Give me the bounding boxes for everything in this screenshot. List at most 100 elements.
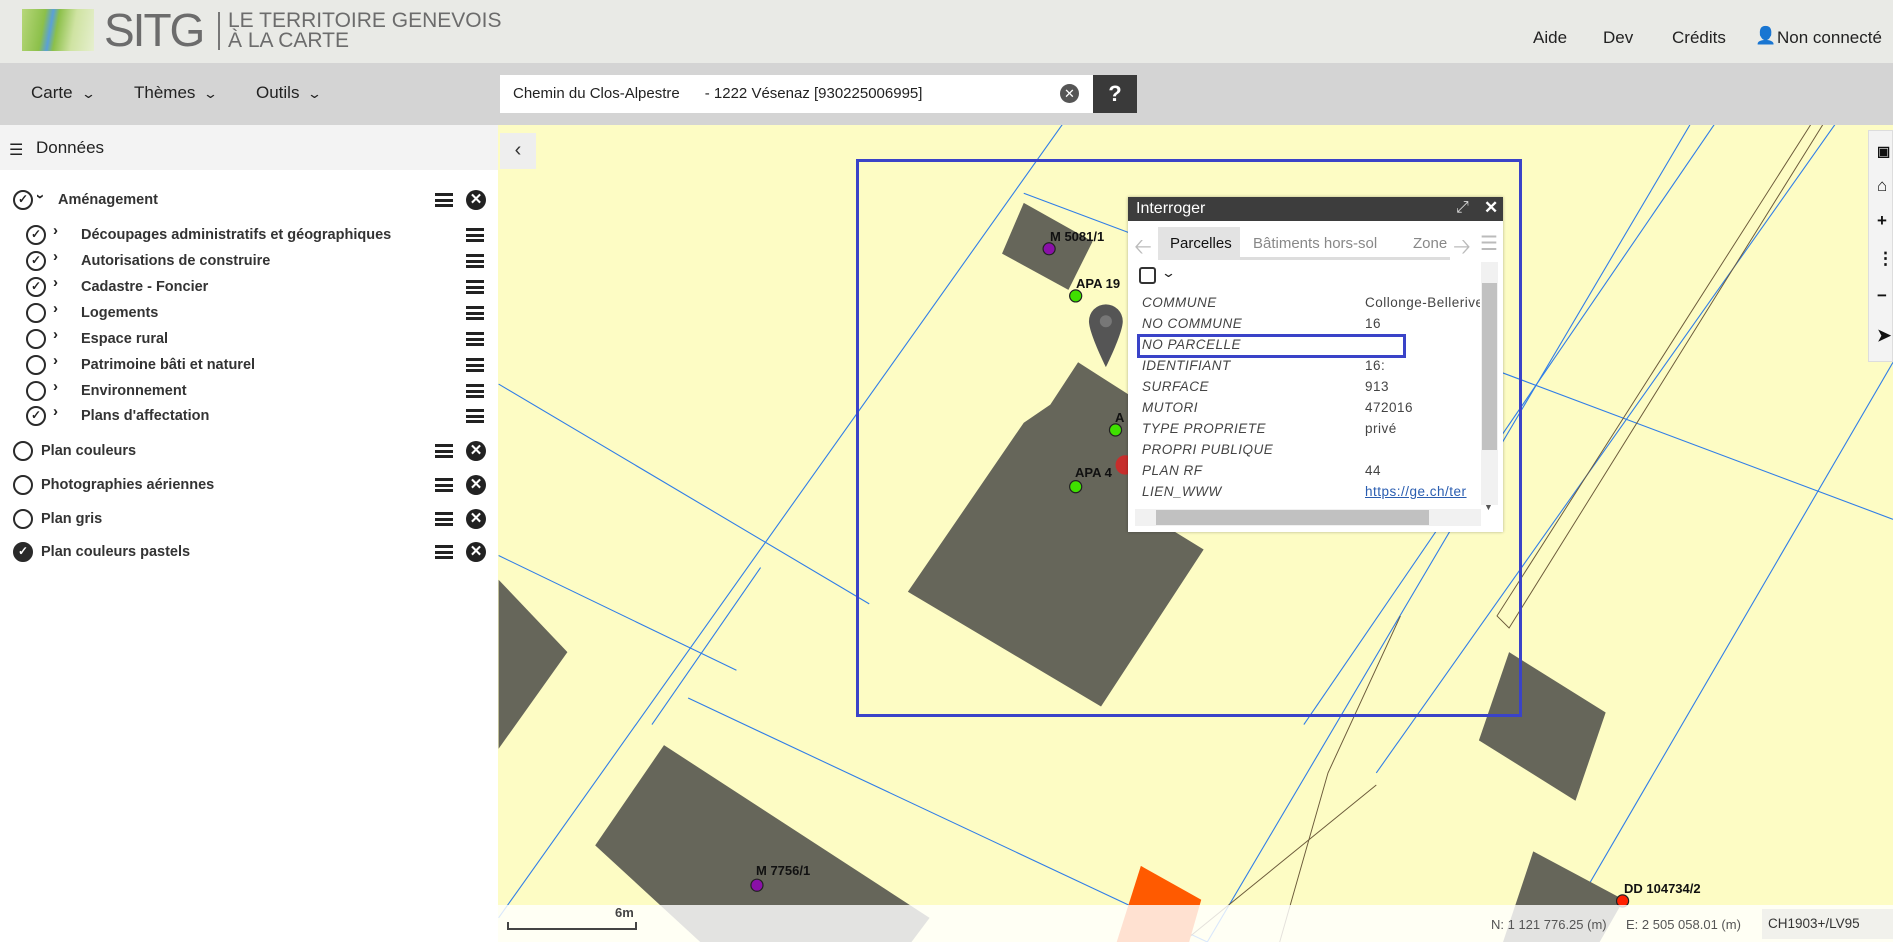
unchecked-circle-icon[interactable] [26,381,46,401]
unchecked-circle-icon[interactable] [13,475,33,495]
chevron-right-icon[interactable]: › [53,274,58,291]
layer-label[interactable]: Autorisations de construire [81,249,270,273]
menu-label: Carte [31,83,73,102]
chevron-right-icon[interactable]: › [53,222,58,239]
help-button[interactable]: ? [1093,75,1137,113]
layer-label[interactable]: Découpages administratifs et géographiqu… [81,223,391,247]
remove-icon[interactable]: ✕ [466,542,486,562]
zoom-out-icon[interactable]: − [1877,286,1887,306]
chevron-right-icon[interactable]: › [53,326,58,343]
menu-icon[interactable] [435,478,453,492]
menu-icon[interactable] [435,512,453,526]
layer-label[interactable]: Logements [81,301,158,325]
layer-label[interactable]: Plan couleurs pastels [41,540,190,564]
login-menu[interactable]: Non connecté [1777,28,1882,48]
remove-icon[interactable]: ✕ [466,190,486,210]
chevron-right-icon[interactable]: › [53,352,58,369]
remove-icon[interactable]: ✕ [466,509,486,529]
layer-label[interactable]: Plans d'affectation [81,404,209,428]
menu-icon[interactable] [466,358,484,372]
east-coordinate: E: 2 505 058.01 (m) [1626,917,1741,932]
chevron-down-icon[interactable]: › [32,194,49,199]
close-icon[interactable]: ✕ [1484,198,1498,218]
attribute-link[interactable]: https://ge.ch/ter [1365,484,1480,499]
tab-batiments[interactable]: Bâtiments hors-sol [1253,227,1377,260]
map-icon[interactable]: ▣ [1877,143,1890,160]
dev-link[interactable]: Dev [1603,28,1633,48]
menu-themes[interactable]: Thèmes ⌄ [134,83,219,103]
locate-icon[interactable]: ➤ [1877,326,1891,346]
menu-icon[interactable] [466,254,484,268]
zoom-in-icon[interactable]: + [1877,211,1887,231]
remove-icon[interactable]: ✕ [466,475,486,495]
menu-icon[interactable] [435,444,453,458]
checked-circle-icon[interactable]: ✓ [26,406,46,426]
arrow-left-icon[interactable]: 🡠 [1134,230,1152,268]
layer-label[interactable]: Patrimoine bâti et naturel [81,353,255,377]
layer-label[interactable]: Plan gris [41,507,102,531]
horizontal-scrollbar[interactable] [1135,509,1481,526]
home-icon[interactable]: ⌂ [1877,176,1887,196]
chevron-down-icon[interactable]: ⌄ [1161,265,1176,281]
layer-group-label[interactable]: Aménagement [58,188,158,212]
chevron-down-icon: ⌄ [307,86,323,101]
unchecked-circle-icon[interactable] [13,509,33,529]
layer-label[interactable]: Environnement [81,379,187,403]
checked-circle-icon[interactable]: ✓ [13,542,33,562]
menu-icon[interactable] [466,409,484,423]
vertical-scrollbar[interactable] [1481,262,1498,505]
menu-icon[interactable] [466,306,484,320]
unchecked-circle-icon[interactable] [13,441,33,461]
menu-icon[interactable] [466,332,484,346]
attribute-value: privé [1365,421,1397,436]
zoom-slider-icon[interactable]: ⋮ [1877,249,1893,269]
layer-label[interactable]: Cadastre - Foncier [81,275,208,299]
menu-icon[interactable] [466,280,484,294]
expand-icon[interactable]: ⤢ [1456,199,1469,217]
collapse-sidebar-button[interactable]: ‹ [500,133,536,169]
remove-icon[interactable]: ✕ [466,441,486,461]
menu-carte[interactable]: Carte ⌄ [31,83,96,103]
crs-selector[interactable]: CH1903+/LV95 [1762,909,1893,939]
checked-circle-icon[interactable]: ✓ [13,190,33,210]
map-tools: ▣ ⌂ + ⋮ − ➤ [1868,130,1893,362]
help-link[interactable]: Aide [1533,28,1567,48]
chevron-right-icon[interactable]: › [53,403,58,420]
arrow-right-icon[interactable]: 🡢 [1453,230,1471,268]
chevron-right-icon[interactable]: › [53,378,58,395]
checked-circle-icon[interactable]: ✓ [26,251,46,271]
menu-icon[interactable] [435,545,453,559]
scrollbar-thumb[interactable] [1482,283,1497,450]
layer-label[interactable]: Espace rural [81,327,168,351]
clear-search-icon[interactable]: ✕ [1060,84,1079,103]
attribute-label: TYPE PROPRIETE [1142,421,1267,436]
checked-circle-icon[interactable]: ✓ [26,277,46,297]
menu-outils[interactable]: Outils ⌄ [256,83,323,103]
layer-label[interactable]: Plan couleurs [41,439,136,463]
logo-icon[interactable] [22,9,94,51]
logo-text[interactable]: SITG [104,6,205,54]
menu-icon[interactable]: ☰ [1480,231,1498,256]
unchecked-circle-icon[interactable] [26,303,46,323]
map-label: DD 104734/2 [1624,881,1701,896]
layer-label[interactable]: Photographies aériennes [41,473,214,497]
unchecked-circle-icon[interactable] [26,329,46,349]
search-input[interactable]: Chemin du Clos-Alpestre - 1222 Vésenaz [… [500,75,1093,113]
tab-zone[interactable]: Zone [1413,227,1450,260]
attribute-value: 913 [1365,379,1390,394]
scrollbar-thumb[interactable] [1156,510,1429,525]
chevron-down-icon: ⌄ [203,86,219,101]
attribute-value: 44 [1365,463,1382,478]
credits-link[interactable]: Crédits [1672,28,1726,48]
logo-divider [218,12,220,50]
chevron-right-icon[interactable]: › [53,300,58,317]
attribute-label: SURFACE [1142,379,1210,394]
unchecked-circle-icon[interactable] [26,355,46,375]
menu-icon[interactable] [466,384,484,398]
menu-icon[interactable] [466,228,484,242]
chevron-right-icon[interactable]: › [53,248,58,265]
select-all-checkbox[interactable] [1139,267,1156,284]
menu-icon[interactable] [435,193,453,207]
checked-circle-icon[interactable]: ✓ [26,225,46,245]
tab-parcelles[interactable]: Parcelles [1158,227,1240,260]
